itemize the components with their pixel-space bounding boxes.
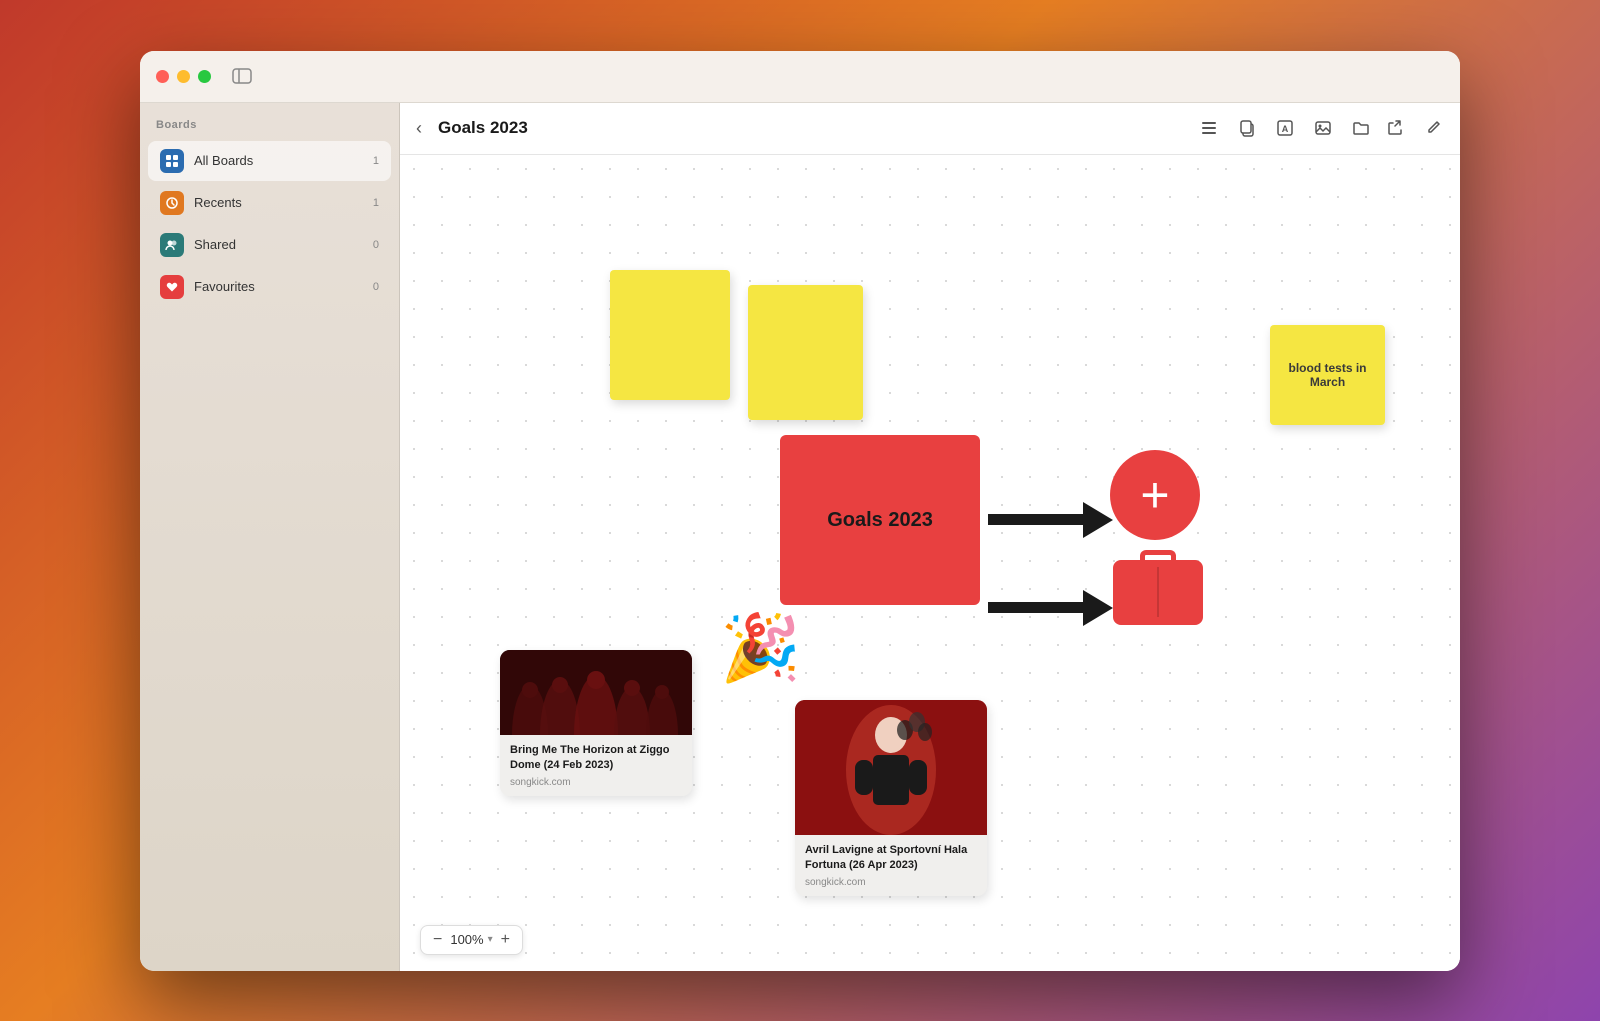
party-hat: 🎉 [720, 610, 801, 686]
medical-cross[interactable]: + [1110, 450, 1200, 540]
arrow-2 [988, 590, 1113, 626]
sidebar-section-label: Boards [140, 119, 399, 139]
text-icon[interactable]: A [1274, 117, 1296, 139]
zoom-in-button[interactable]: + [501, 932, 510, 948]
favourites-icon [160, 275, 184, 299]
main-layout: Boards All Boards 1 [140, 103, 1460, 971]
favourites-label: Favourites [194, 279, 373, 294]
titlebar [140, 51, 1460, 103]
zoom-controls: − 100% ▾ + [420, 925, 523, 955]
briefcase-body [1113, 560, 1203, 625]
concert-card-avril-image [795, 700, 987, 835]
main-window: Boards All Boards 1 [140, 51, 1460, 971]
traffic-lights [156, 70, 211, 83]
canvas-area[interactable]: blood tests in March Goals 2023 [400, 155, 1460, 971]
maximize-button[interactable] [198, 70, 211, 83]
sticky-note-2[interactable] [748, 285, 863, 420]
shared-icon [160, 233, 184, 257]
sidebar-item-all-boards[interactable]: All Boards 1 [148, 141, 391, 181]
minimize-button[interactable] [177, 70, 190, 83]
shared-badge: 0 [373, 239, 379, 251]
close-button[interactable] [156, 70, 169, 83]
back-button[interactable]: ‹ [416, 118, 422, 139]
zoom-value: 100% ▾ [450, 932, 492, 947]
toolbar: ‹ Goals 2023 [400, 103, 1460, 155]
all-boards-icon [160, 149, 184, 173]
recents-badge: 1 [373, 197, 379, 209]
toolbar-right [1384, 117, 1444, 139]
sidebar-item-recents[interactable]: Recents 1 [148, 183, 391, 223]
recents-icon [160, 191, 184, 215]
share-icon[interactable] [1384, 117, 1406, 139]
toolbar-icons: A [1198, 117, 1372, 139]
favourites-badge: 0 [373, 281, 379, 293]
goals-box[interactable]: Goals 2023 [780, 435, 980, 605]
concert-card-bmth[interactable]: Bring Me The Horizon at Ziggo Dome (24 F… [500, 650, 692, 797]
recents-label: Recents [194, 195, 373, 210]
svg-text:A: A [1282, 124, 1289, 134]
sidebar: Boards All Boards 1 [140, 103, 400, 971]
zoom-out-button[interactable]: − [433, 932, 442, 948]
concert-card-bmth-title: Bring Me The Horizon at Ziggo Dome (24 F… [510, 743, 682, 774]
briefcase-line [1157, 567, 1159, 617]
sidebar-toggle-icon[interactable] [231, 65, 253, 87]
concert-card-avril-source: songkick.com [805, 877, 977, 888]
content-area: ‹ Goals 2023 [400, 103, 1460, 971]
sidebar-item-shared[interactable]: Shared 0 [148, 225, 391, 265]
concert-card-avril[interactable]: Avril Lavigne at Sportovní Hala Fortuna … [795, 700, 987, 897]
all-boards-label: All Boards [194, 153, 373, 168]
sticky-note-blood-tests[interactable]: blood tests in March [1270, 325, 1385, 425]
concert-card-bmth-source: songkick.com [510, 777, 682, 788]
briefcase[interactable] [1113, 550, 1203, 625]
list-view-icon[interactable] [1198, 117, 1220, 139]
concert-card-bmth-image [500, 650, 692, 735]
sidebar-item-favourites[interactable]: Favourites 0 [148, 267, 391, 307]
concert-card-bmth-info: Bring Me The Horizon at Ziggo Dome (24 F… [500, 735, 692, 797]
image-icon[interactable] [1312, 117, 1334, 139]
all-boards-badge: 1 [373, 155, 379, 167]
shared-label: Shared [194, 237, 373, 252]
edit-icon[interactable] [1422, 117, 1444, 139]
folder-icon[interactable] [1350, 117, 1372, 139]
toolbar-title: Goals 2023 [438, 118, 1186, 138]
copy-icon[interactable] [1236, 117, 1258, 139]
zoom-dropdown-icon[interactable]: ▾ [488, 934, 493, 945]
concert-card-avril-info: Avril Lavigne at Sportovní Hala Fortuna … [795, 835, 987, 897]
sticky-note-1[interactable] [610, 270, 730, 400]
arrow-1 [988, 502, 1113, 538]
concert-card-avril-title: Avril Lavigne at Sportovní Hala Fortuna … [805, 843, 977, 874]
